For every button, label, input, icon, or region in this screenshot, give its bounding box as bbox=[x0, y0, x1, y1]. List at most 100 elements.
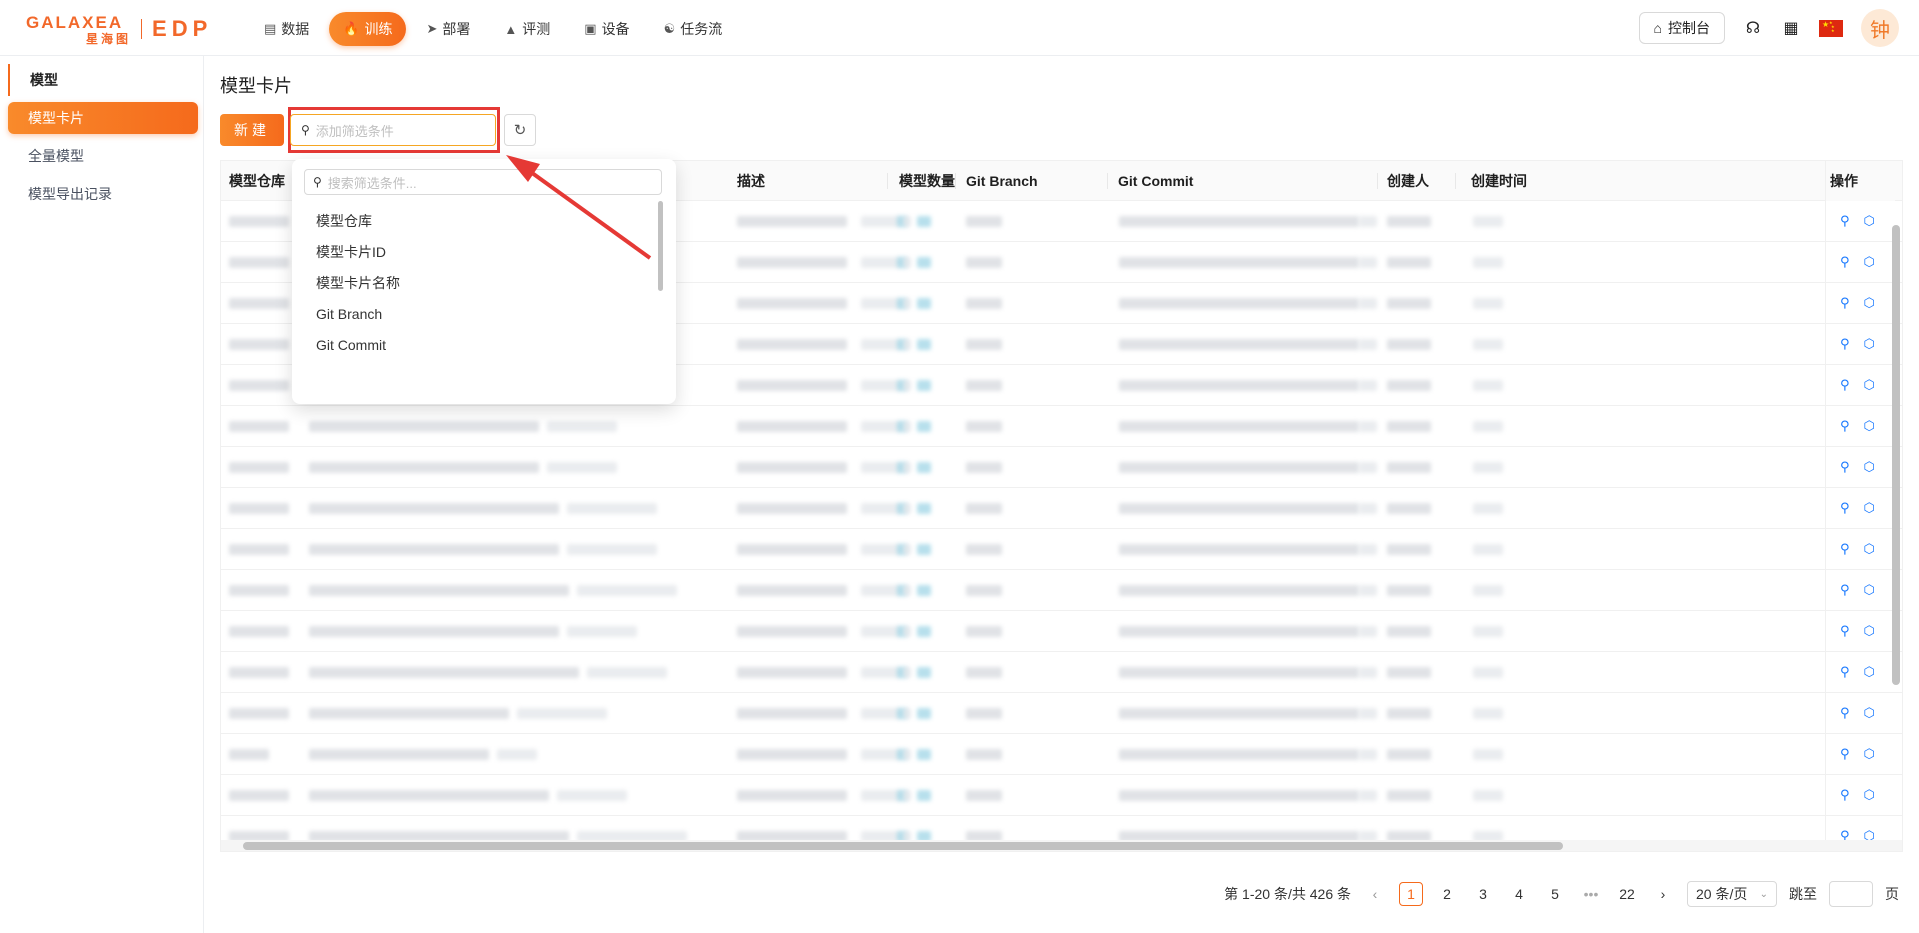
col-description[interactable]: 描述 bbox=[729, 161, 765, 201]
sidebar-item-all-models[interactable]: 全量模型 bbox=[8, 140, 198, 172]
col-model-count[interactable]: 模型数量 bbox=[891, 161, 955, 201]
sidebar-item-export-records[interactable]: 模型导出记录 bbox=[8, 178, 198, 210]
next-page-icon[interactable]: › bbox=[1651, 882, 1675, 906]
vertical-scrollbar[interactable] bbox=[1892, 205, 1900, 845]
page-2[interactable]: 2 bbox=[1435, 882, 1459, 906]
filter-option-git-commit[interactable]: Git Commit bbox=[304, 329, 644, 361]
jump-page-input[interactable] bbox=[1829, 881, 1873, 907]
model-box-icon[interactable]: ⬡ bbox=[1864, 664, 1875, 680]
language-flag-icon[interactable]: ★ ★ ★ ★ bbox=[1819, 19, 1843, 37]
refresh-button[interactable]: ↻ bbox=[504, 114, 536, 146]
model-box-icon[interactable]: ⬡ bbox=[1864, 418, 1875, 434]
nav-item-workflow[interactable]: ☯ 任务流 bbox=[650, 12, 737, 46]
table-row[interactable]: ⚲ ⬡ bbox=[221, 529, 1902, 570]
view-icon[interactable]: ⚲ bbox=[1840, 295, 1850, 311]
nav-item-train[interactable]: 🔥 训练 bbox=[329, 12, 407, 46]
model-box-icon[interactable]: ⬡ bbox=[1864, 500, 1875, 516]
table-row[interactable]: ⚲ ⬡ bbox=[221, 652, 1902, 693]
filter-placeholder: 添加筛选条件 bbox=[315, 123, 394, 139]
view-icon[interactable]: ⚲ bbox=[1840, 336, 1850, 352]
view-icon[interactable]: ⚲ bbox=[1840, 254, 1850, 270]
nav-item-eval[interactable]: ▲ 评测 bbox=[490, 12, 564, 46]
headset-icon[interactable]: ☊ bbox=[1743, 18, 1763, 38]
view-icon[interactable]: ⚲ bbox=[1840, 582, 1850, 598]
prev-page-icon[interactable]: ‹ bbox=[1363, 882, 1387, 906]
model-box-icon[interactable]: ⬡ bbox=[1864, 582, 1875, 598]
col-creator[interactable]: 创建人 bbox=[1379, 161, 1429, 201]
console-label: 控制台 bbox=[1668, 20, 1710, 36]
model-box-icon[interactable]: ⬡ bbox=[1864, 213, 1875, 229]
table-row[interactable]: ⚲ ⬡ bbox=[221, 406, 1902, 447]
table-row[interactable]: ⚲ ⬡ bbox=[221, 775, 1902, 816]
hscroll-thumb[interactable] bbox=[243, 842, 1563, 850]
docs-icon[interactable]: ▦ bbox=[1781, 18, 1801, 38]
page-22[interactable]: 22 bbox=[1615, 882, 1639, 906]
view-icon[interactable]: ⚲ bbox=[1840, 418, 1850, 434]
col-model-repo[interactable]: 模型仓库 bbox=[221, 161, 285, 201]
view-icon[interactable]: ⚲ bbox=[1840, 787, 1850, 803]
page-5[interactable]: 5 bbox=[1543, 882, 1567, 906]
filter-search-input[interactable]: ⚲ 搜索筛选条件... bbox=[304, 169, 662, 195]
console-button[interactable]: ⌂ 控制台 bbox=[1638, 12, 1725, 44]
redacted-cell bbox=[1119, 421, 1359, 432]
view-icon[interactable]: ⚲ bbox=[1840, 213, 1850, 229]
model-box-icon[interactable]: ⬡ bbox=[1864, 787, 1875, 803]
redacted-cell bbox=[966, 462, 1002, 473]
nav-item-deploy[interactable]: ➤ 部署 bbox=[412, 12, 484, 46]
filter-option-card-name[interactable]: 模型卡片名称 bbox=[304, 267, 644, 299]
view-icon[interactable]: ⚲ bbox=[1840, 623, 1850, 639]
view-icon[interactable]: ⚲ bbox=[1840, 377, 1850, 393]
avatar[interactable]: 钟 bbox=[1861, 9, 1899, 47]
redacted-cell bbox=[737, 708, 847, 719]
page-1[interactable]: 1 bbox=[1399, 882, 1423, 906]
redacted-cell bbox=[567, 544, 657, 555]
sidebar-item-model-card[interactable]: 模型卡片 bbox=[8, 102, 198, 134]
model-box-icon[interactable]: ⬡ bbox=[1864, 623, 1875, 639]
redacted-cell bbox=[1359, 339, 1377, 350]
galaxea-logo[interactable]: GALAXEA 星海图 EDP bbox=[26, 12, 216, 46]
table-row[interactable]: ⚲ ⬡ bbox=[221, 611, 1902, 652]
redacted-cell bbox=[917, 708, 931, 719]
col-git-branch[interactable]: Git Branch bbox=[958, 161, 1038, 201]
filter-option-model-repo[interactable]: 模型仓库 bbox=[304, 205, 644, 237]
col-git-commit[interactable]: Git Commit bbox=[1110, 161, 1193, 201]
filter-option-card-id[interactable]: 模型卡片ID bbox=[304, 236, 644, 268]
nav-item-data[interactable]: ▤ 数据 bbox=[250, 12, 323, 46]
table-row[interactable]: ⚲ ⬡ bbox=[221, 734, 1902, 775]
view-icon[interactable]: ⚲ bbox=[1840, 500, 1850, 516]
redacted-cell bbox=[861, 257, 901, 268]
page-3[interactable]: 3 bbox=[1471, 882, 1495, 906]
view-icon[interactable]: ⚲ bbox=[1840, 746, 1850, 762]
redacted-cell bbox=[1387, 339, 1431, 350]
view-icon[interactable]: ⚲ bbox=[1840, 459, 1850, 475]
model-box-icon[interactable]: ⬡ bbox=[1864, 541, 1875, 557]
page-ellipsis[interactable]: ••• bbox=[1579, 882, 1603, 906]
table-row[interactable]: ⚲ ⬡ bbox=[221, 570, 1902, 611]
redacted-cell bbox=[309, 585, 569, 596]
page-4[interactable]: 4 bbox=[1507, 882, 1531, 906]
view-icon[interactable]: ⚲ bbox=[1840, 705, 1850, 721]
new-button[interactable]: 新建 bbox=[220, 114, 284, 146]
table-row[interactable]: ⚲ ⬡ bbox=[221, 447, 1902, 488]
redacted-cell bbox=[1473, 749, 1503, 760]
col-created-time[interactable]: 创建时间 bbox=[1463, 161, 1527, 201]
model-box-icon[interactable]: ⬡ bbox=[1864, 254, 1875, 270]
filter-option-git-branch[interactable]: Git Branch bbox=[304, 298, 644, 330]
dropdown-scrollbar[interactable] bbox=[658, 201, 663, 291]
view-icon[interactable]: ⚲ bbox=[1840, 541, 1850, 557]
model-box-icon[interactable]: ⬡ bbox=[1864, 295, 1875, 311]
model-box-icon[interactable]: ⬡ bbox=[1864, 336, 1875, 352]
horizontal-scrollbar[interactable] bbox=[221, 840, 1902, 851]
table-row[interactable]: ⚲ ⬡ bbox=[221, 693, 1902, 734]
table-row[interactable]: ⚲ ⬡ bbox=[221, 488, 1902, 529]
model-box-icon[interactable]: ⬡ bbox=[1864, 377, 1875, 393]
page-size-select[interactable]: 20 条/页 ⌄ bbox=[1687, 881, 1777, 907]
model-box-icon[interactable]: ⬡ bbox=[1864, 705, 1875, 721]
model-box-icon[interactable]: ⬡ bbox=[1864, 746, 1875, 762]
view-icon[interactable]: ⚲ bbox=[1840, 664, 1850, 680]
model-box-icon[interactable]: ⬡ bbox=[1864, 459, 1875, 475]
redacted-cell bbox=[917, 421, 931, 432]
vscroll-thumb[interactable] bbox=[1892, 225, 1900, 685]
nav-item-device[interactable]: ▣ 设备 bbox=[570, 12, 643, 46]
filter-input[interactable]: ⚲ 添加筛选条件 bbox=[290, 114, 496, 146]
